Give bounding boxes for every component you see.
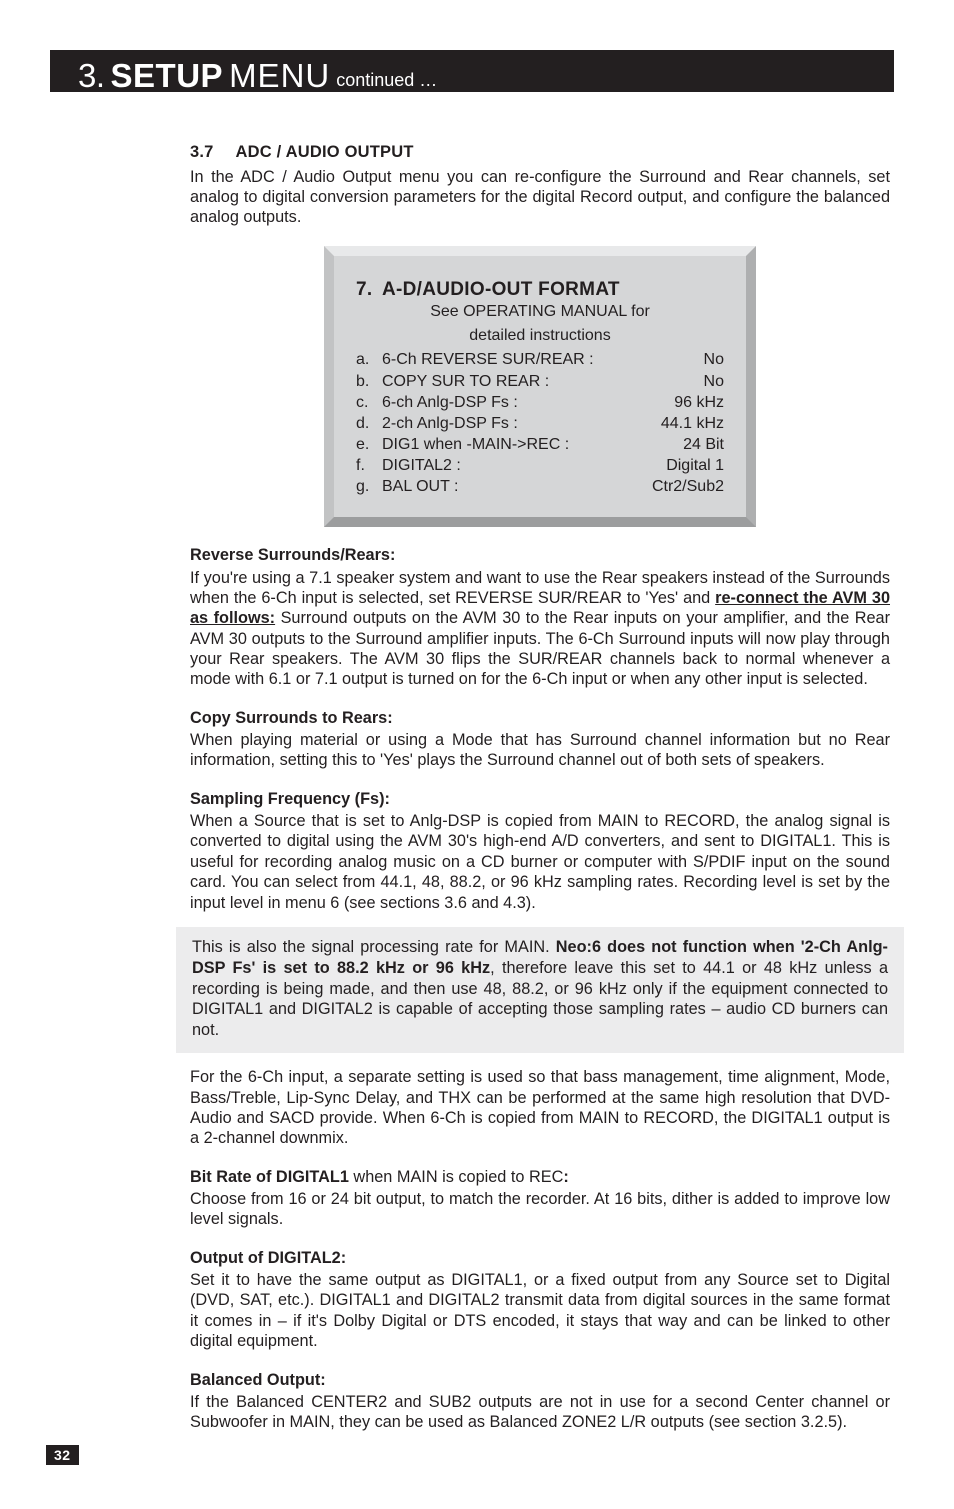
menu-item-key: a. xyxy=(356,349,382,370)
para-reverse: If you're using a 7.1 speaker system and… xyxy=(190,568,890,690)
menu-panel-num: 7. xyxy=(356,278,382,302)
menu-item-key: g. xyxy=(356,476,382,497)
section-number: 3.7 xyxy=(190,142,214,163)
menu-item-label: 6-Ch REVERSE SUR/REAR : xyxy=(382,349,704,370)
chapter-number: 3. xyxy=(78,59,105,92)
menu-panel-wrap: 7. A-D/AUDIO-OUT FORMAT See OPERATING MA… xyxy=(190,246,890,527)
menu-item: e.DIG1 when -MAIN->REC : 24 Bit xyxy=(356,434,724,455)
menu-panel-list: a.6-Ch REVERSE SUR/REAR : No b.COPY SUR … xyxy=(356,349,724,497)
menu-item-value: 24 Bit xyxy=(683,434,724,455)
chapter-header-bar: 3. SETUP MENU continued … xyxy=(50,50,894,92)
menu-panel: 7. A-D/AUDIO-OUT FORMAT See OPERATING MA… xyxy=(324,246,756,527)
menu-panel-sub1: See OPERATING MANUAL for xyxy=(356,302,724,322)
menu-item: c.6-ch Anlg-DSP Fs : 96 kHz xyxy=(356,392,724,413)
section-heading: 3.7 ADC / AUDIO OUTPUT xyxy=(190,142,890,163)
menu-item-value: Ctr2/Sub2 xyxy=(652,476,724,497)
section-title: ADC / AUDIO OUTPUT xyxy=(236,142,414,163)
menu-item-label: COPY SUR TO REAR : xyxy=(382,371,704,392)
section-intro: In the ADC / Audio Output menu you can r… xyxy=(190,167,890,228)
text: when MAIN is copied to REC xyxy=(349,1168,563,1186)
menu-item: b.COPY SUR TO REAR : No xyxy=(356,371,724,392)
menu-item-value: 96 kHz xyxy=(674,392,724,413)
menu-item: g.BAL OUT : Ctr2/Sub2 xyxy=(356,476,724,497)
menu-item: d.2-ch Anlg-DSP Fs : 44.1 kHz xyxy=(356,413,724,434)
chapter-continued: continued … xyxy=(336,71,437,92)
menu-item-key: f. xyxy=(356,455,382,476)
subhead-fs: Sampling Frequency (Fs): xyxy=(190,789,890,809)
menu-panel-title: A-D/AUDIO-OUT FORMAT xyxy=(382,278,620,302)
menu-item-key: b. xyxy=(356,371,382,392)
text: Surround outputs on the AVM 30 to the Re… xyxy=(190,609,890,688)
subhead-bitrate: Bit Rate of DIGITAL1 when MAIN is copied… xyxy=(190,1167,890,1187)
menu-item: a.6-Ch REVERSE SUR/REAR : No xyxy=(356,349,724,370)
menu-item-label: BAL OUT : xyxy=(382,476,652,497)
para-dig2: Set it to have the same output as DIGITA… xyxy=(190,1270,890,1351)
chapter-title-setup: SETUP xyxy=(111,59,224,92)
chapter-title-menu: MENU xyxy=(229,59,330,92)
menu-item-value: No xyxy=(704,349,724,370)
menu-panel-title-row: 7. A-D/AUDIO-OUT FORMAT xyxy=(356,278,724,302)
text-bold: : xyxy=(563,1168,568,1186)
menu-item-key: d. xyxy=(356,413,382,434)
para-fs-1: When a Source that is set to Anlg-DSP is… xyxy=(190,811,890,913)
page-number: 32 xyxy=(46,1445,79,1465)
menu-item-label: 6-ch Anlg-DSP Fs : xyxy=(382,392,674,413)
text-bold: Bit Rate of DIGITAL1 xyxy=(190,1168,349,1186)
page: 3. SETUP MENU continued … 3.7 ADC / AUDI… xyxy=(0,0,954,1509)
menu-item-value: 44.1 kHz xyxy=(661,413,724,434)
menu-item-key: e. xyxy=(356,434,382,455)
menu-item-value: Digital 1 xyxy=(666,455,724,476)
menu-item-value: No xyxy=(704,371,724,392)
text: This is also the signal processing rate … xyxy=(192,938,556,956)
menu-item-key: c. xyxy=(356,392,382,413)
menu-item-label: DIGITAL2 : xyxy=(382,455,666,476)
para-copy: When playing material or using a Mode th… xyxy=(190,730,890,771)
note-box: This is also the signal processing rate … xyxy=(176,927,904,1053)
para-fs-2: For the 6-Ch input, a separate setting i… xyxy=(190,1067,890,1148)
subhead-reverse: Reverse Surrounds/Rears: xyxy=(190,545,890,565)
menu-item: f.DIGITAL2 : Digital 1 xyxy=(356,455,724,476)
subhead-dig2: Output of DIGITAL2: xyxy=(190,1248,890,1268)
body-content: 3.7 ADC / AUDIO OUTPUT In the ADC / Audi… xyxy=(190,142,890,1433)
menu-item-label: 2-ch Anlg-DSP Fs : xyxy=(382,413,661,434)
para-bitrate: Choose from 16 or 24 bit output, to matc… xyxy=(190,1189,890,1230)
menu-item-label: DIG1 when -MAIN->REC : xyxy=(382,434,683,455)
menu-panel-sub2: detailed instructions xyxy=(356,326,724,346)
para-balout: If the Balanced CENTER2 and SUB2 outputs… xyxy=(190,1392,890,1433)
subhead-copy: Copy Surrounds to Rears: xyxy=(190,708,890,728)
subhead-balout: Balanced Output: xyxy=(190,1370,890,1390)
